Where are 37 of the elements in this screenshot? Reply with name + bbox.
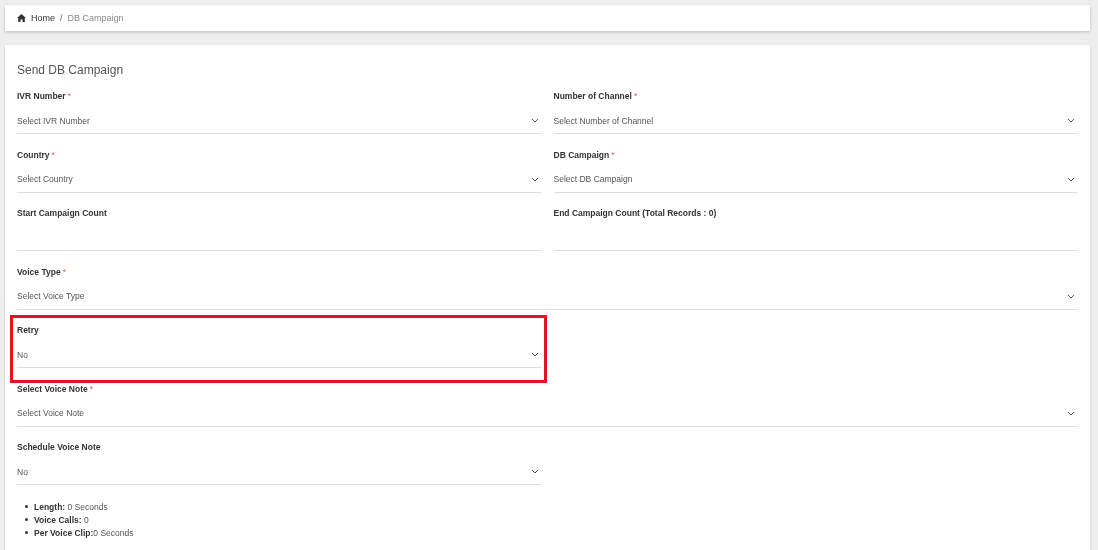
chevron-down-icon [530, 176, 539, 182]
select-field[interactable]: No [17, 342, 541, 368]
field-label: DB Campaign * [553, 148, 616, 161]
select-field[interactable]: Select DB Campaign [553, 166, 1077, 193]
bullet-icon [25, 531, 28, 534]
breadcrumb-separator: / [60, 13, 63, 23]
form-title: Send DB Campaign [17, 63, 125, 77]
select-field[interactable]: Select Voice Type [17, 283, 1077, 310]
home-icon[interactable] [17, 14, 26, 22]
bullet-icon [25, 505, 28, 508]
chevron-down-icon [1067, 410, 1075, 416]
field-label: End Campaign Count (Total Records : 0) [553, 207, 718, 219]
breadcrumb-link[interactable]: Home [31, 13, 55, 23]
summary-item: Length: 0 Seconds [34, 501, 108, 512]
chevron-down-icon [530, 352, 539, 357]
chevron-down-icon [530, 469, 539, 474]
summary-item: Voice Calls: 0 [34, 514, 89, 525]
bullet-icon [25, 518, 28, 521]
select-field[interactable]: Select Number of Channel [553, 108, 1077, 134]
summary-item: Per Voice Clip:0 Seconds [34, 527, 134, 538]
chevron-down-icon [1067, 176, 1075, 182]
select-field[interactable]: Select Country [17, 166, 541, 193]
breadcrumb-current: DB Campaign [67, 13, 124, 23]
field-label: Retry [17, 324, 40, 336]
chevron-down-icon [1067, 293, 1075, 299]
field-label: Start Campaign Count [17, 207, 108, 219]
field-label: Number of Channel * [553, 90, 639, 102]
field-label: Schedule Voice Note [17, 441, 102, 453]
field-label: IVR Number * [17, 90, 72, 102]
chevron-down-icon [1067, 118, 1075, 123]
chevron-down-icon [530, 118, 539, 123]
select-field[interactable]: Select Voice Note [17, 400, 1077, 427]
select-field[interactable]: Select IVR Number [17, 108, 541, 134]
field-label: Select Voice Note * [17, 382, 94, 395]
field-label: Country * [17, 148, 56, 161]
select-field[interactable]: No [17, 459, 541, 485]
field-label: Voice Type * [17, 265, 67, 278]
